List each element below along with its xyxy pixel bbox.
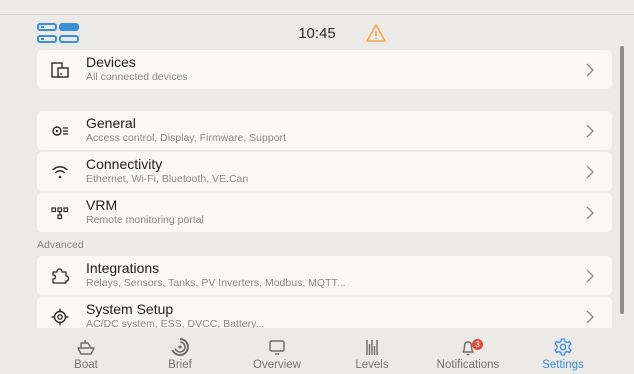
settings-item-vrm[interactable]: VRM Remote monitoring portal [37,193,612,232]
wifi-icon [52,166,68,179]
settings-item-title: Connectivity [86,156,163,172]
settings-item-subtitle: Ethernet, Wi-Fi, Bluetooth, VE.Can [86,173,249,185]
bottom-nav: Boat Brief Overview Levels 3 Notificatio… [0,328,634,374]
settings-item-devices[interactable]: Devices All connected devices [37,50,612,89]
settings-item-title: System Setup [86,301,174,317]
nav-label: Brief [168,359,192,371]
nav-brief[interactable]: Brief [130,328,230,374]
chevron-right-icon [586,310,594,324]
nav-label: Notifications [436,359,500,371]
devices-icon [51,62,69,78]
settings-item-title: General [86,115,136,131]
general-settings-icon [52,126,68,136]
chevron-right-icon [586,124,594,138]
levels-icon [366,340,378,355]
settings-item-subtitle: Remote monitoring portal [86,214,204,226]
puzzle-icon [52,268,69,284]
settings-item-integrations[interactable]: Integrations Relays, Sensors, Tanks, PV … [37,256,612,295]
gear-icon [554,338,572,356]
nav-notifications[interactable]: 3 Notifications [418,328,518,374]
system-setup-icon [51,308,69,326]
nav-label: Overview [253,359,301,371]
nav-label: Boat [74,359,98,371]
chevron-right-icon [586,269,594,283]
brief-gauge-icon [171,338,189,356]
clock: 10:45 [298,25,336,42]
nav-settings[interactable]: Settings [513,328,613,374]
settings-item-title: Integrations [86,260,160,276]
nav-label: Levels [355,359,389,371]
chevron-right-icon [586,63,594,77]
settings-item-title: Devices [86,54,136,70]
section-label-advanced: Advanced [37,239,84,251]
scrollbar[interactable] [620,46,624,314]
nav-boat[interactable]: Boat [36,328,136,374]
overview-icon [269,340,285,355]
settings-item-subtitle: Relays, Sensors, Tanks, PV Inverters, Mo… [86,277,346,289]
nav-levels[interactable]: Levels [322,328,422,374]
boat-icon [77,340,95,355]
settings-item-subtitle: Access control, Display, Firmware, Suppo… [86,132,286,144]
warning-triangle-icon[interactable] [366,24,386,42]
nav-label: Settings [542,359,584,371]
settings-item-general[interactable]: General Access control, Display, Firmwar… [37,111,612,150]
notification-badge: 3 [472,339,483,350]
chevron-right-icon [586,165,594,179]
settings-item-title: VRM [86,197,118,213]
nav-overview[interactable]: Overview [227,328,327,374]
settings-item-connectivity[interactable]: Connectivity Ethernet, Wi-Fi, Bluetooth,… [37,152,612,191]
status-bar: 10:45 [0,14,634,50]
vrm-network-icon [51,207,69,220]
chevron-right-icon [586,206,594,220]
settings-item-subtitle: All connected devices [86,71,188,83]
